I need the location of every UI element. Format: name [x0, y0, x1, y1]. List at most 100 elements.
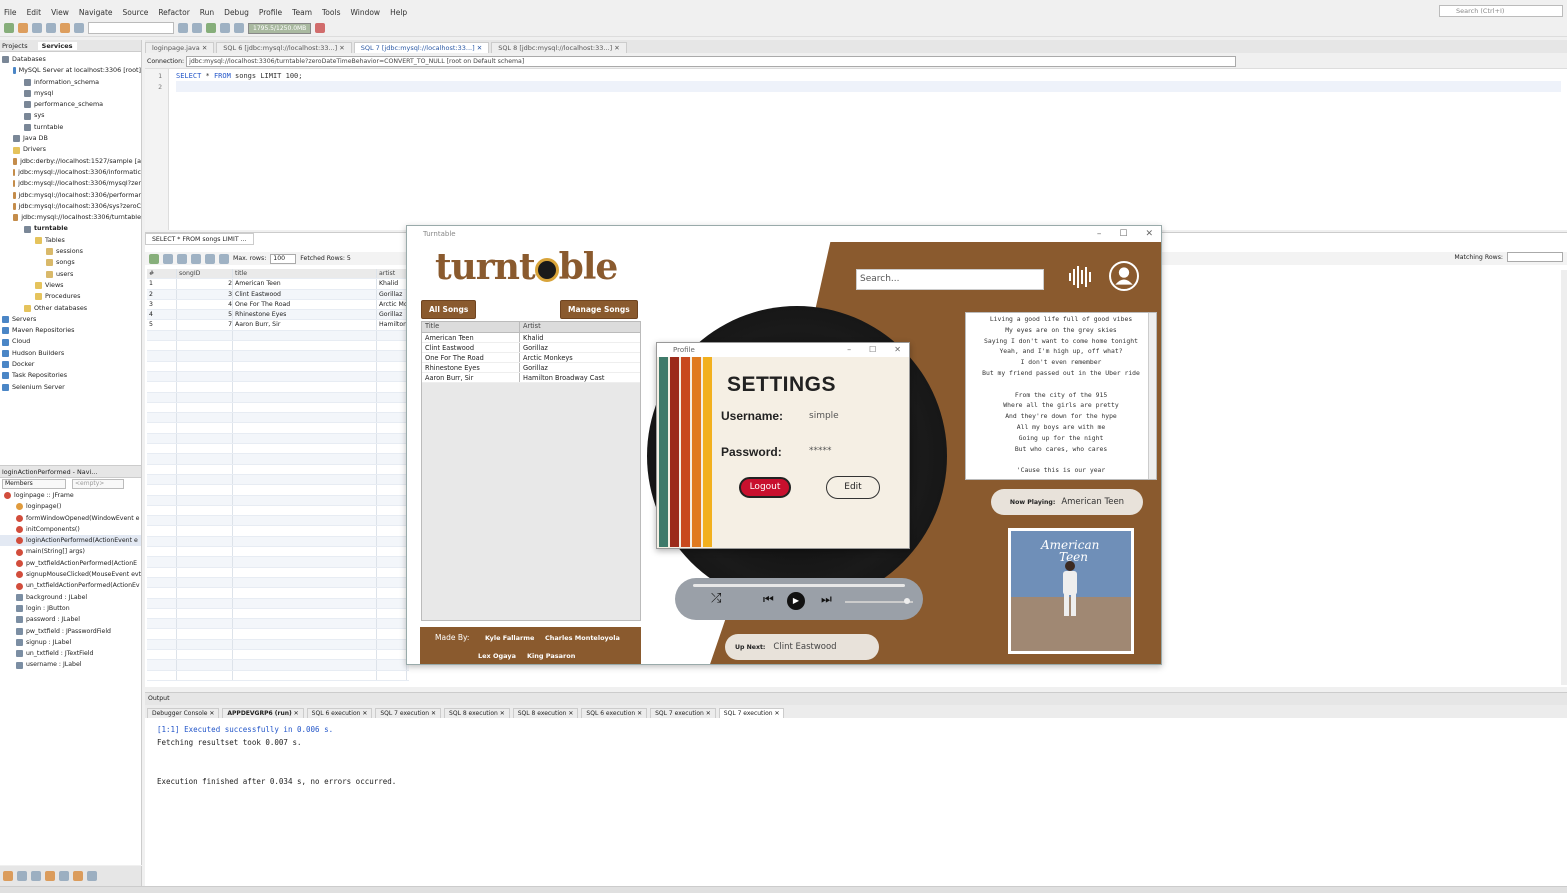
truncate-icon[interactable] — [205, 253, 215, 264]
column-header[interactable]: title — [233, 269, 377, 279]
run-icon[interactable] — [206, 23, 216, 33]
table-row[interactable]: 5 7 Aaron Burr, Sir Hamilton — [147, 320, 409, 331]
table-row[interactable]: 1 2 American Teen Khalid — [147, 279, 409, 290]
close-icon[interactable]: ✕ — [207, 710, 214, 717]
output-tab[interactable]: SQL 6 execution ✕ — [306, 708, 373, 718]
tree-item[interactable]: jdbc:mysql://localhost:3306/performar — [0, 190, 141, 201]
tree-item[interactable]: Cloud — [0, 336, 141, 347]
song-row[interactable]: Clint Eastwood Gorillaz — [422, 343, 640, 353]
output-tab[interactable]: Debugger Console ✕ — [147, 708, 220, 718]
song-row[interactable]: Aaron Burr, Sir Hamilton Broadway Cast — [422, 373, 640, 383]
menu-item-help[interactable]: Help — [390, 8, 407, 17]
tree-item[interactable]: Selenium Server — [0, 382, 141, 393]
menu-item-file[interactable]: File — [4, 8, 17, 17]
menu-item-navigate[interactable]: Navigate — [79, 8, 113, 17]
tree-item[interactable]: MySQL Server at localhost:3306 [root] — [0, 65, 141, 76]
song-progress-bar[interactable] — [693, 584, 905, 587]
close-icon[interactable]: ✕ — [566, 710, 573, 717]
tree-item[interactable]: turntable — [0, 223, 141, 234]
table-cell[interactable]: 7 — [177, 320, 233, 330]
filter-icon[interactable] — [87, 871, 97, 881]
navigator-item[interactable]: pw_txtfield : JPasswordField — [0, 626, 141, 637]
lyrics-scrollbar[interactable] — [1148, 313, 1156, 479]
memory-indicator[interactable]: 1795.5/1250.0MB — [248, 22, 312, 34]
menu-item-refactor[interactable]: Refactor — [158, 8, 189, 17]
tree-item[interactable]: Maven Repositories — [0, 325, 141, 336]
menu-item-debug[interactable]: Debug — [224, 8, 249, 17]
minimize-icon[interactable]: – — [847, 343, 851, 357]
edit-button[interactable]: Edit — [826, 476, 880, 499]
filter-icon[interactable] — [3, 871, 13, 881]
tree-item[interactable]: users — [0, 269, 141, 280]
editor-tab[interactable]: loginpage.java ✕ — [145, 42, 215, 53]
close-icon[interactable]: ✕ — [292, 710, 299, 717]
all-songs-button[interactable]: All Songs — [421, 300, 477, 319]
menu-item-window[interactable]: Window — [350, 8, 380, 17]
tree-item[interactable]: Tables — [0, 235, 141, 246]
insert-record-icon[interactable] — [149, 253, 159, 264]
tree-item[interactable]: Databases — [0, 54, 141, 65]
results-scrollbar[interactable] — [1561, 270, 1567, 685]
shuffle-icon[interactable]: ⤮ — [711, 591, 721, 606]
tab-projects[interactable]: Projects — [2, 42, 28, 50]
close-icon[interactable]: ✕ — [704, 710, 711, 717]
table-cell[interactable]: 3 — [147, 299, 177, 310]
menu-item-edit[interactable]: Edit — [27, 8, 42, 17]
navigator-item[interactable]: un_txtfield : JTextField — [0, 648, 141, 659]
output-tab[interactable]: SQL 8 execution ✕ — [512, 708, 579, 718]
table-cell[interactable]: Arctic Mon — [377, 299, 407, 310]
navigator-item[interactable]: loginpage() — [0, 501, 141, 512]
cancel-edits-icon[interactable] — [191, 253, 201, 264]
previous-icon[interactable]: ⏮ — [763, 592, 774, 607]
table-cell[interactable]: 5 — [177, 310, 233, 320]
close-icon[interactable]: ✕ — [337, 44, 344, 52]
menu-item-source[interactable]: Source — [123, 8, 149, 17]
tree-item[interactable]: Procedures — [0, 291, 141, 302]
navigator-item[interactable]: formWindowOpened(WindowEvent e — [0, 513, 141, 524]
tree-item[interactable]: Other databases — [0, 303, 141, 314]
output-tab[interactable]: SQL 6 execution ✕ — [581, 708, 648, 718]
close-icon[interactable]: ✕ — [498, 710, 505, 717]
build-icon[interactable] — [178, 23, 188, 33]
maximize-icon[interactable]: ☐ — [1119, 226, 1127, 242]
table-cell[interactable]: Aaron Burr, Sir — [233, 320, 377, 330]
close-icon[interactable]: ✕ — [773, 710, 779, 717]
close-icon[interactable]: ✕ — [1145, 226, 1153, 242]
navigator-item[interactable]: login : JButton — [0, 603, 141, 614]
navigator-item[interactable]: signup : JLabel — [0, 637, 141, 648]
output-tab[interactable]: SQL 7 execution ✕ — [650, 708, 716, 718]
navigator-item[interactable]: signupMouseClicked(MouseEvent evt — [0, 569, 141, 580]
members-select[interactable]: Members — [2, 479, 66, 489]
menu-item-team[interactable]: Team — [292, 8, 312, 17]
save-all-icon[interactable] — [46, 23, 56, 33]
logout-button[interactable]: Logout — [739, 477, 791, 498]
profile-icon[interactable] — [234, 23, 244, 33]
play-button[interactable]: ▶ — [787, 592, 805, 610]
song-row[interactable]: American Teen Khalid — [422, 333, 640, 343]
navigator-item[interactable]: initComponents() — [0, 524, 141, 535]
close-icon[interactable]: ✕ — [475, 44, 482, 52]
filter-icon[interactable] — [17, 871, 27, 881]
table-cell[interactable]: Hamilton — [377, 320, 407, 330]
table-cell[interactable]: 1 — [147, 279, 177, 289]
table-cell[interactable]: 3 — [177, 289, 233, 299]
filter-icon[interactable] — [45, 871, 55, 881]
table-cell[interactable]: Clint Eastwood — [233, 289, 377, 299]
editor-tab[interactable]: SQL 6 [jdbc:mysql://localhost:33...] ✕ — [216, 42, 352, 53]
menu-item-profile[interactable]: Profile — [259, 8, 282, 17]
tree-item[interactable]: turntable — [0, 122, 141, 133]
column-header-artist[interactable]: Artist — [520, 322, 640, 332]
close-icon[interactable]: ✕ — [429, 710, 436, 717]
tree-item[interactable]: jdbc:mysql://localhost:3306/turntable — [0, 212, 141, 223]
table-cell[interactable]: 4 — [177, 299, 233, 310]
output-tab[interactable]: SQL 8 execution ✕ — [444, 708, 510, 718]
volume-slider-handle[interactable] — [904, 598, 910, 604]
column-header-title[interactable]: Title — [422, 322, 520, 332]
redo-icon[interactable] — [74, 23, 84, 33]
sound-wave-icon[interactable] — [1067, 265, 1095, 289]
sql-code-line[interactable]: SELECT * FROM songs LIMIT 100; — [176, 72, 302, 80]
tree-item[interactable]: Servers — [0, 314, 141, 325]
column-header[interactable]: artist — [377, 269, 407, 279]
tree-item[interactable]: Docker — [0, 359, 141, 370]
connection-select[interactable]: jdbc:mysql://localhost:3306/turntable?ze… — [186, 55, 1237, 67]
